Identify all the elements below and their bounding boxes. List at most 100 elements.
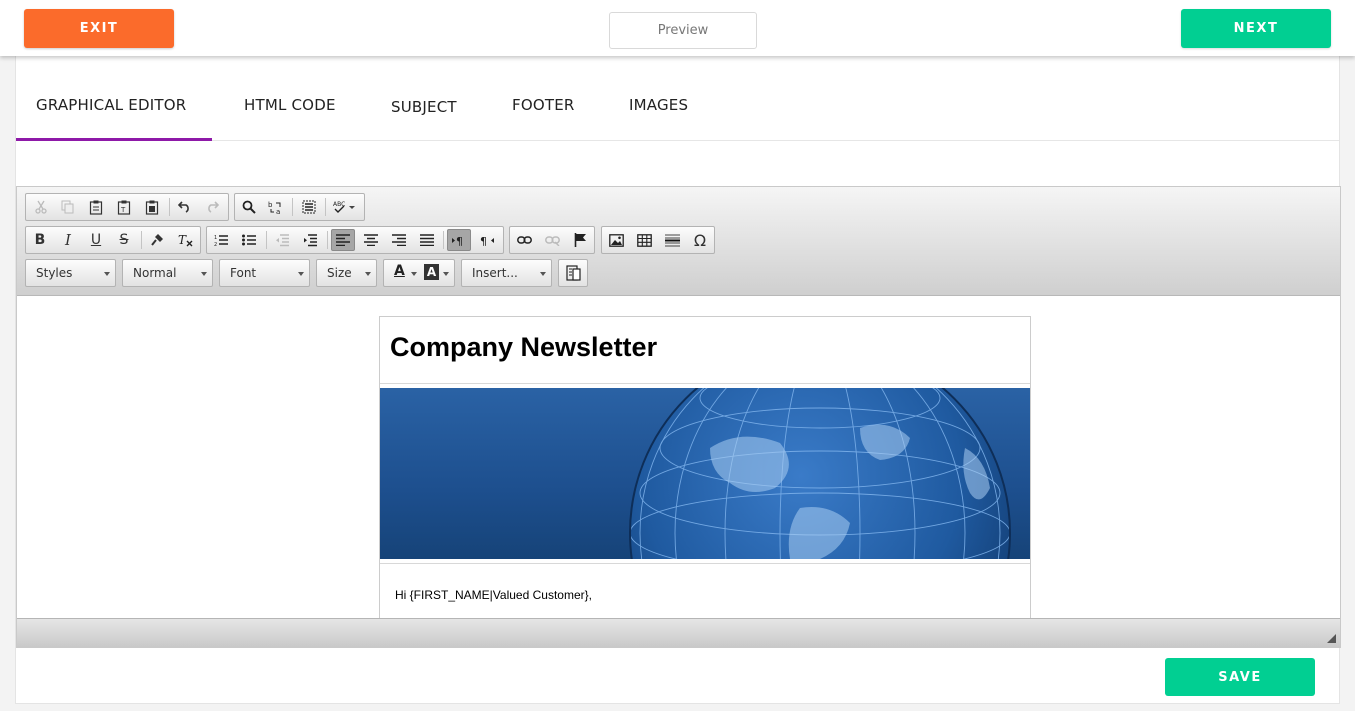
styles-dropdown[interactable]: Styles (25, 259, 116, 287)
editor-toolbar: T ba ABC B I U S T 1 2 ¶ ¶ Ω Styles Norm… (17, 187, 1340, 296)
size-dropdown-label: Size (327, 266, 352, 280)
tab-html-code[interactable]: HTML CODE (244, 96, 336, 114)
styles-dropdown-label: Styles (36, 266, 73, 280)
strikethrough-icon[interactable]: S (112, 229, 136, 251)
replace-icon[interactable]: ba (264, 196, 288, 218)
editing-group: ba ABC (234, 193, 365, 221)
maximize-button[interactable] (558, 259, 588, 287)
unlink-icon[interactable] (540, 229, 564, 251)
separator (141, 231, 142, 249)
align-right-icon[interactable] (387, 229, 411, 251)
separator (169, 198, 170, 216)
copy-icon[interactable] (56, 196, 80, 218)
size-dropdown[interactable]: Size (316, 259, 377, 287)
editor-panel: GRAPHICAL EDITOR HTML CODE SUBJECT FOOTE… (15, 56, 1341, 704)
editor-content[interactable]: Company Newsletter Hi {FIRST_NAME|Valued… (17, 296, 1340, 618)
exit-button[interactable]: EXIT (24, 9, 174, 48)
tab-bar: GRAPHICAL EDITOR HTML CODE SUBJECT FOOTE… (16, 56, 1339, 141)
divider (380, 563, 1030, 564)
svg-text:a: a (276, 208, 280, 215)
link-icon[interactable] (512, 229, 536, 251)
svg-text:¶: ¶ (456, 235, 463, 247)
color-group: A A (383, 259, 455, 287)
top-bar: EXIT Preview NEXT (0, 0, 1355, 56)
underline-icon[interactable]: U (84, 229, 108, 251)
undo-icon[interactable] (173, 196, 197, 218)
tab-subject[interactable]: SUBJECT (391, 98, 457, 116)
tab-footer[interactable]: FOOTER (512, 96, 575, 114)
italic-icon[interactable]: I (56, 229, 80, 251)
paste-word-icon[interactable] (140, 196, 164, 218)
special-char-icon[interactable]: Ω (688, 229, 712, 251)
paste-icon[interactable] (84, 196, 108, 218)
chevron-down-icon (411, 272, 417, 276)
chevron-down-icon (201, 272, 207, 276)
bulleted-list-icon[interactable] (237, 229, 261, 251)
ltr-icon[interactable]: ¶ (447, 229, 471, 251)
separator (266, 231, 267, 249)
newsletter-template: Company Newsletter Hi {FIRST_NAME|Valued… (379, 316, 1031, 618)
indent-icon[interactable] (298, 229, 322, 251)
preview-button[interactable]: Preview (609, 12, 757, 49)
rtl-icon[interactable]: ¶ (475, 229, 499, 251)
cut-icon[interactable] (29, 196, 53, 218)
format-dropdown[interactable]: Normal (122, 259, 213, 287)
svg-text:T: T (178, 233, 187, 247)
svg-text:b: b (268, 201, 273, 209)
text-color-icon: A (394, 263, 405, 279)
separator (325, 198, 326, 216)
svg-text:T: T (120, 206, 126, 214)
active-tab-indicator (16, 138, 212, 141)
format-painter-icon[interactable] (145, 229, 169, 251)
bg-color-button[interactable]: A (422, 262, 452, 284)
chevron-down-icon (104, 272, 110, 276)
greeting-text: Hi {FIRST_NAME|Valued Customer}, (395, 588, 592, 602)
insert-dropdown[interactable]: Insert... (461, 259, 552, 287)
bg-color-icon: A (424, 264, 439, 280)
svg-text:1: 1 (214, 235, 217, 241)
next-button[interactable]: NEXT (1181, 9, 1331, 48)
save-button[interactable]: SAVE (1165, 658, 1315, 696)
font-dropdown[interactable]: Font (219, 259, 310, 287)
newsletter-title: Company Newsletter (390, 332, 658, 362)
text-color-button[interactable]: A (390, 262, 422, 284)
tab-graphical-editor[interactable]: GRAPHICAL EDITOR (36, 96, 186, 114)
basic-styles-group: B I U S T (25, 226, 201, 254)
tab-images[interactable]: IMAGES (629, 96, 688, 114)
insert-dropdown-label: Insert... (472, 266, 518, 280)
justify-icon[interactable] (415, 229, 439, 251)
insert-group: Ω (601, 226, 715, 254)
outdent-icon[interactable] (270, 229, 294, 251)
spellcheck-icon[interactable]: ABC (330, 196, 360, 218)
chevron-down-icon (365, 272, 371, 276)
svg-text:2: 2 (214, 242, 217, 247)
redo-icon[interactable] (200, 196, 224, 218)
select-all-icon[interactable] (297, 196, 321, 218)
paste-text-icon[interactable]: T (112, 196, 136, 218)
table-icon[interactable] (632, 229, 656, 251)
image-icon[interactable] (604, 229, 628, 251)
chevron-down-icon (540, 272, 546, 276)
globe-banner-image[interactable] (380, 388, 1030, 559)
rich-text-editor: T ba ABC B I U S T 1 2 ¶ ¶ Ω Styles Norm… (16, 186, 1341, 648)
find-icon[interactable] (237, 196, 261, 218)
align-left-icon[interactable] (331, 229, 355, 251)
align-center-icon[interactable] (359, 229, 383, 251)
resize-handle-icon[interactable] (1327, 634, 1336, 643)
anchor-icon[interactable] (568, 229, 592, 251)
paragraph-group: 12 ¶ ¶ (206, 226, 504, 254)
format-dropdown-label: Normal (133, 266, 177, 280)
links-group (509, 226, 595, 254)
clipboard-group: T (25, 193, 229, 221)
bold-icon[interactable]: B (28, 229, 52, 251)
separator (327, 231, 328, 249)
chevron-down-icon (298, 272, 304, 276)
globe-illustration (629, 388, 1011, 559)
separator (292, 198, 293, 216)
maximize-icon (565, 265, 581, 281)
editor-status-bar (17, 618, 1340, 647)
remove-format-icon[interactable]: T (173, 229, 197, 251)
separator (443, 231, 444, 249)
horizontal-line-icon[interactable] (660, 229, 684, 251)
numbered-list-icon[interactable]: 12 (209, 229, 233, 251)
